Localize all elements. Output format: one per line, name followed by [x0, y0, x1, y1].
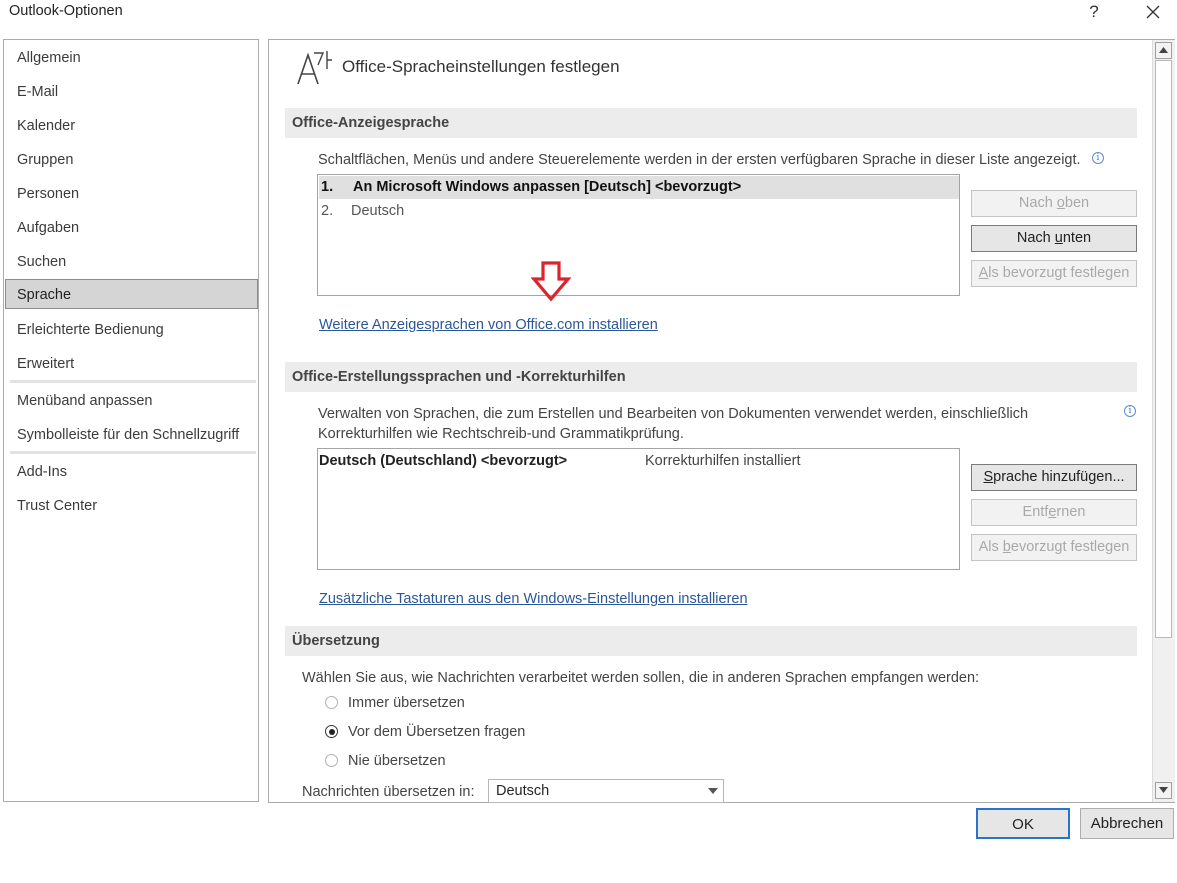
cancel-button[interactable]: Abbrechen [1080, 808, 1174, 839]
list-item-label: An Microsoft Windows anpassen [Deutsch] … [353, 179, 742, 195]
sidebar-item-suchen[interactable]: Suchen [17, 247, 253, 277]
set-preferred-display-button[interactable]: Als bevorzugt festlegen [971, 260, 1137, 287]
close-button[interactable] [1133, 0, 1173, 24]
sidebar-item-kalender[interactable]: Kalender [17, 111, 253, 141]
section-header-display-language: Office-Anzeigesprache [285, 108, 1137, 138]
list-item-number: 1. [321, 179, 334, 195]
sidebar-item-email[interactable]: E-Mail [17, 77, 253, 107]
sidebar-item-menueband-anpassen[interactable]: Menüband anpassen [17, 386, 253, 416]
translate-target-select[interactable]: Deutsch [488, 779, 724, 803]
list-item-number: 2. [321, 203, 334, 219]
page-title: Office-Spracheinstellungen festlegen [342, 57, 620, 76]
display-language-description: Schaltflächen, Menüs und andere Steuerel… [318, 152, 1081, 168]
radio-never-translate-label[interactable]: Nie übersetzen [348, 753, 446, 769]
move-down-button[interactable]: Nach unten [971, 225, 1137, 252]
scrollbar-thumb[interactable] [1155, 60, 1172, 638]
info-icon[interactable]: i [1092, 152, 1104, 164]
sidebar-item-personen[interactable]: Personen [17, 179, 253, 209]
radio-always-translate-label[interactable]: Immer übersetzen [348, 695, 465, 711]
down-arrow-icon [531, 261, 571, 302]
sidebar-item-allgemein[interactable]: Allgemein [17, 43, 253, 73]
radio-ask-before-translate[interactable] [325, 725, 338, 738]
sidebar-item-gruppen[interactable]: Gruppen [17, 145, 253, 175]
radio-never-translate[interactable] [325, 754, 338, 767]
help-button[interactable]: ? [1074, 0, 1114, 24]
sidebar-item-sprache[interactable]: Sprache [5, 279, 258, 309]
scroll-down-arrow-icon[interactable] [1155, 782, 1172, 799]
radio-ask-before-translate-label[interactable]: Vor dem Übersetzen fragen [348, 724, 525, 740]
sidebar-divider [10, 451, 256, 454]
list-item[interactable]: 2. Deutsch [319, 200, 959, 223]
authoring-description-line1: Verwalten von Sprachen, die zum Erstelle… [318, 406, 1029, 422]
sidebar-item-add-ins[interactable]: Add-Ins [17, 457, 253, 487]
authoring-language-name[interactable]: Deutsch (Deutschland) <bevorzugt> [319, 453, 567, 469]
ok-button[interactable]: OK [976, 808, 1070, 839]
translate-target-value: Deutsch [496, 783, 550, 799]
translation-description: Wählen Sie aus, wie Nachrichten verarbei… [302, 670, 980, 686]
list-item-selected[interactable]: 1. An Microsoft Windows anpassen [Deutsc… [319, 176, 959, 199]
section-header-translation: Übersetzung [285, 626, 1137, 656]
install-keyboards-link[interactable]: Zusätzliche Tastaturen aus den Windows-E… [319, 591, 748, 607]
info-icon[interactable]: i [1124, 405, 1136, 417]
close-icon [1146, 5, 1160, 19]
display-language-list[interactable]: 1. An Microsoft Windows anpassen [Deutsc… [317, 174, 960, 302]
add-language-button[interactable]: Sprache hinzufügen... [971, 464, 1137, 491]
section-header-authoring-languages: Office-Erstellungssprachen und -Korrektu… [285, 362, 1137, 392]
sidebar-item-erleichterte-bedienung[interactable]: Erleichterte Bedienung [17, 315, 253, 345]
translate-target-label: Nachrichten übersetzen in: [302, 784, 475, 800]
window-title: Outlook-Optionen [9, 3, 123, 19]
sidebar-item-aufgaben[interactable]: Aufgaben [17, 213, 253, 243]
sidebar-divider [10, 380, 256, 383]
chevron-down-icon [708, 788, 718, 794]
sidebar-nav: Allgemein E-Mail Kalender Gruppen Person… [3, 39, 259, 802]
install-display-languages-link[interactable]: Weitere Anzeigesprachen von Office.com i… [319, 317, 658, 333]
sidebar-item-trust-center[interactable]: Trust Center [17, 491, 253, 521]
move-up-button[interactable]: Nach oben [971, 190, 1137, 217]
authoring-description-line2: Korrekturhilfen wie Rechtschreib-und Gra… [318, 426, 684, 442]
list-item-label: Deutsch [351, 203, 405, 219]
scroll-up-arrow-icon[interactable] [1155, 42, 1172, 59]
language-icon [296, 49, 336, 87]
sidebar-item-symbolleiste[interactable]: Symbolleiste für den Schnellzugriff [17, 420, 253, 450]
radio-always-translate[interactable] [325, 696, 338, 709]
set-preferred-authoring-button[interactable]: Als bevorzugt festlegen [971, 534, 1137, 561]
authoring-language-status: Korrekturhilfen installiert [645, 453, 801, 469]
authoring-language-list[interactable]: Deutsch (Deutschland) <bevorzugt> Korrek… [317, 448, 960, 570]
sidebar-item-erweitert[interactable]: Erweitert [17, 349, 253, 379]
vertical-scrollbar[interactable] [1152, 40, 1175, 802]
remove-language-button[interactable]: Entfernen [971, 499, 1137, 526]
